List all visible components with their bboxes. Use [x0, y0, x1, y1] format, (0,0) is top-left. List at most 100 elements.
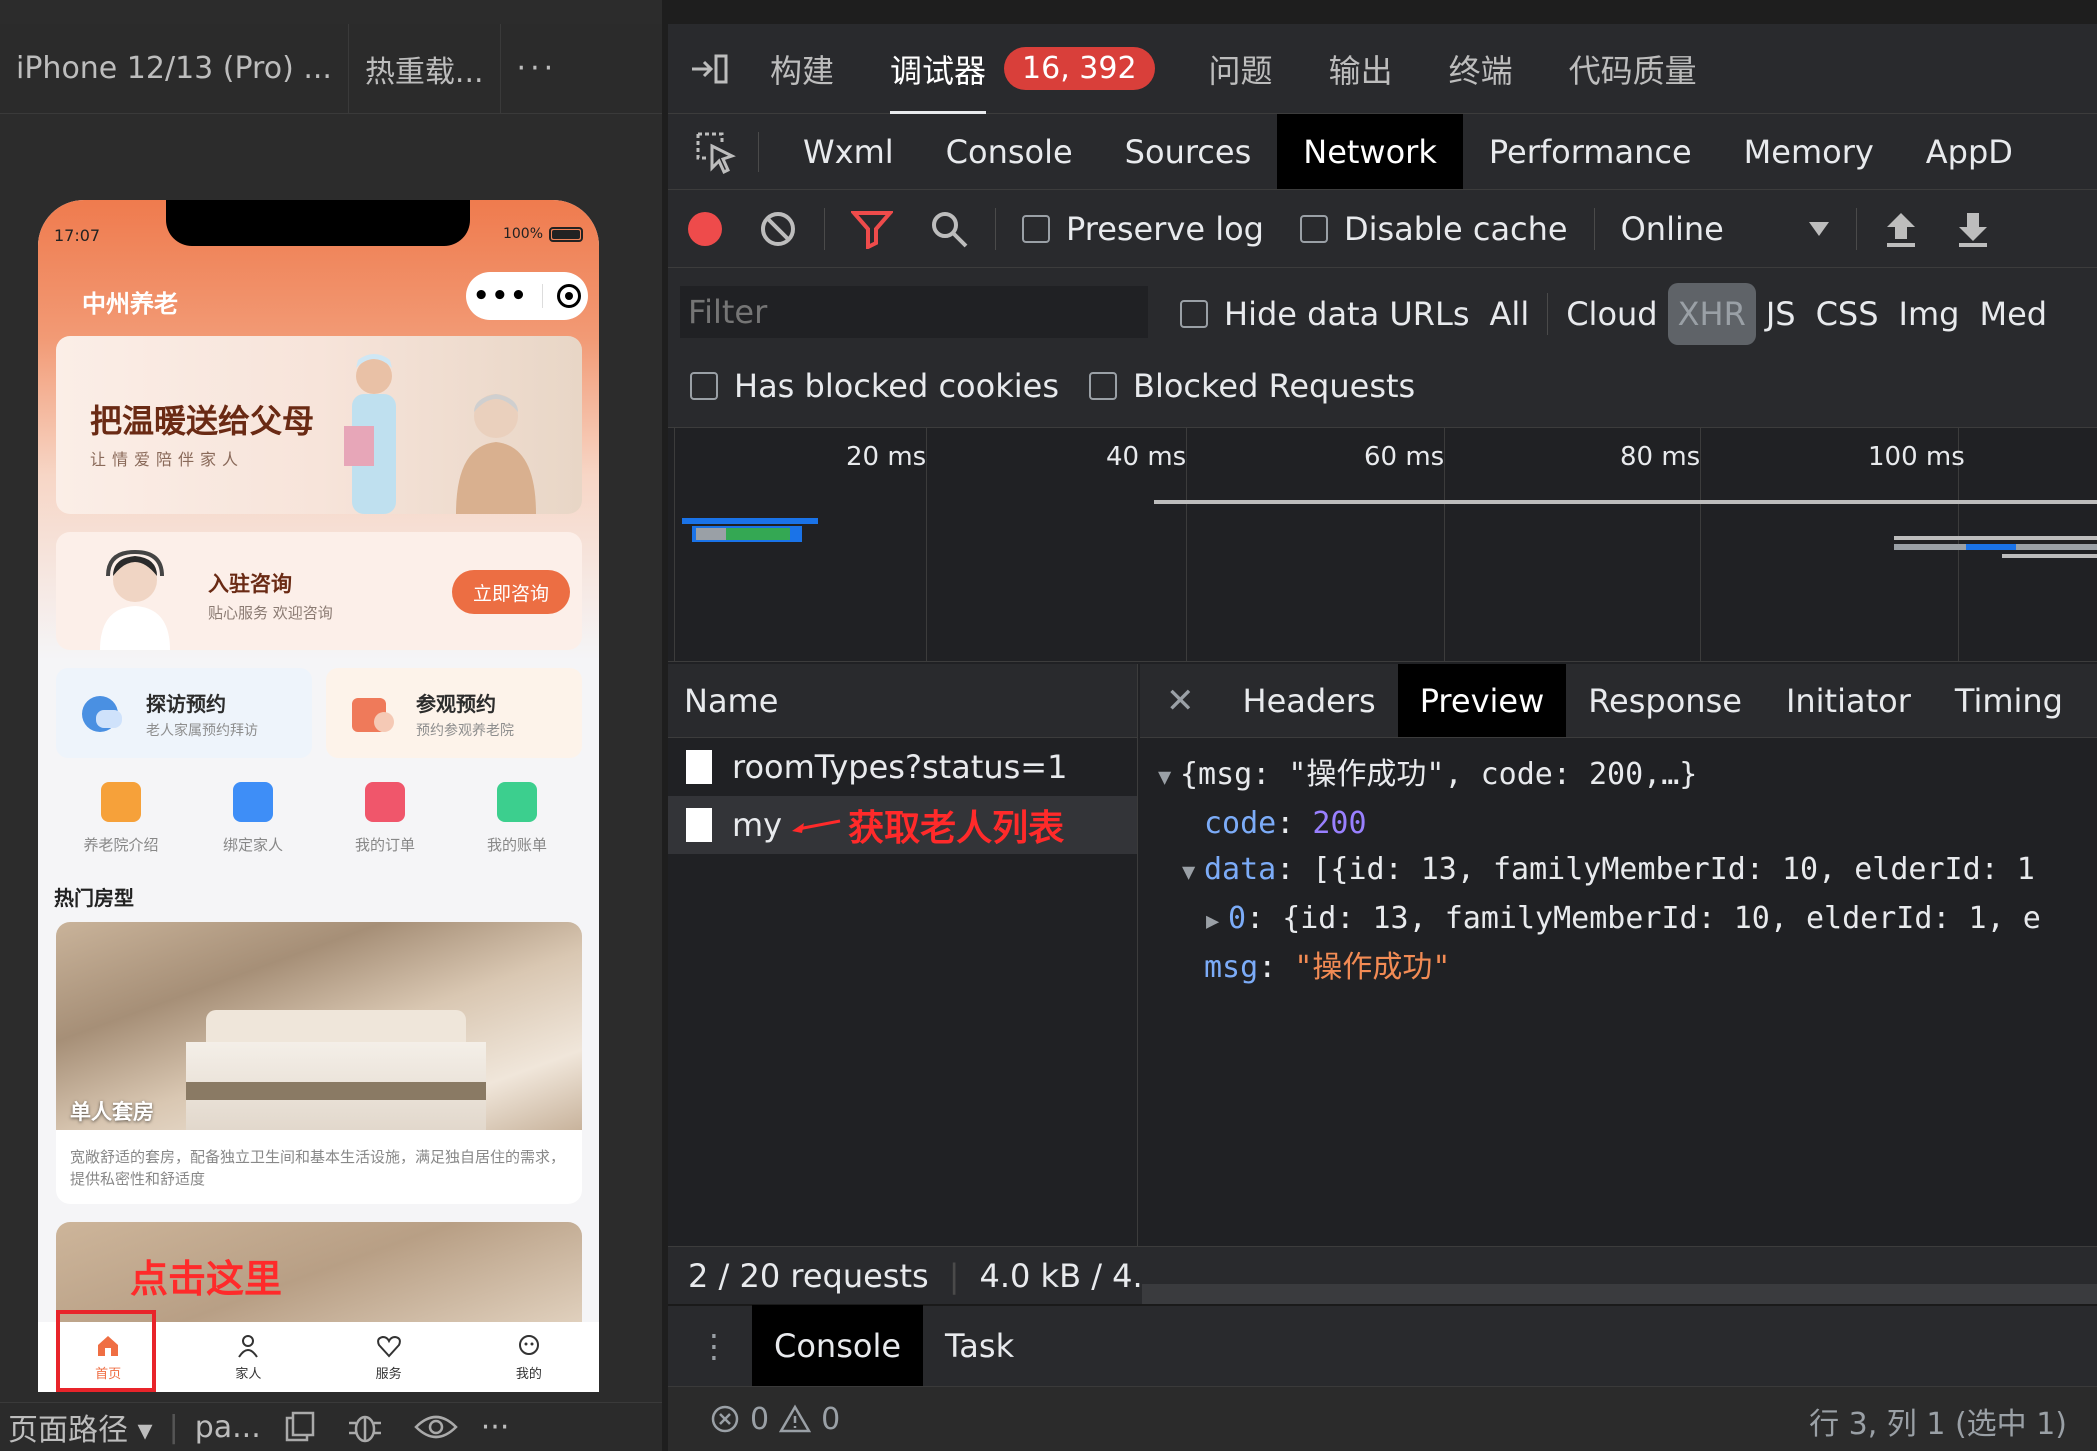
- annotation-click-here: 点击这里: [130, 1257, 283, 1301]
- simulator-more-button[interactable]: ···: [501, 24, 574, 114]
- drawer-tab-task[interactable]: Task: [923, 1305, 1036, 1387]
- timeline-gridline: [674, 428, 675, 662]
- simulator-more-icon[interactable]: ···: [473, 1410, 518, 1445]
- drawer-menu-icon[interactable]: ⋮: [668, 1327, 752, 1365]
- menu-item-intro[interactable]: 养老院介绍: [56, 782, 186, 862]
- filter-type-media[interactable]: Med: [1969, 283, 2057, 345]
- detail-tab-timing[interactable]: Timing: [1933, 664, 2085, 737]
- nurse-illustration-icon: [344, 354, 396, 514]
- tour-booking-card[interactable]: 参观预约 预约参观养老院: [326, 668, 582, 758]
- page-path-button[interactable]: 页面路径 ▾: [0, 1405, 161, 1449]
- detail-tab-response[interactable]: Response: [1566, 664, 1764, 737]
- hero-banner[interactable]: 把温暖送给父母 让情爱陪伴家人: [56, 336, 582, 514]
- close-icon[interactable]: ✕: [1140, 681, 1221, 721]
- inspect-element-icon[interactable]: [692, 128, 740, 176]
- json-line-item[interactable]: ▶ 0: {id: 13, familyMemberId: 10, elderId…: [1158, 896, 2097, 945]
- elder-illustration-icon: [456, 394, 536, 514]
- hot-reload-button[interactable]: 热重载...: [349, 23, 501, 114]
- warning-count: 0: [821, 1401, 841, 1437]
- expand-triangle-icon[interactable]: ▼: [1158, 755, 1180, 801]
- room-card[interactable]: 单人套房 宽敞舒适的套房，配备独立卫生间和基本生活设施，满足独自居住的需求，提供…: [56, 922, 582, 1204]
- capsule-more-icon[interactable]: •••: [473, 281, 529, 311]
- tab-build[interactable]: 构建: [742, 24, 862, 114]
- horizontal-scrollbar[interactable]: [1142, 1284, 2097, 1304]
- customer-service-avatar-icon: [100, 549, 170, 650]
- menu-item-bills[interactable]: 我的账单: [452, 782, 582, 862]
- arrow-left-icon: [792, 819, 841, 833]
- detail-tab-preview[interactable]: Preview: [1397, 664, 1567, 737]
- tab-service[interactable]: 服务: [339, 1333, 439, 1382]
- export-har-icon[interactable]: [1955, 209, 1991, 249]
- tab-debugger[interactable]: 调试器: [862, 24, 1014, 114]
- panel-tab-performance[interactable]: Performance: [1463, 114, 1718, 189]
- filter-type-js[interactable]: JS: [1756, 283, 1806, 345]
- checkbox[interactable]: [1299, 214, 1328, 243]
- blocked-requests-checkbox[interactable]: [1088, 372, 1117, 400]
- page-path-value[interactable]: pa...: [187, 1410, 269, 1445]
- capsule-close-icon[interactable]: [557, 284, 582, 308]
- filter-icon[interactable]: [851, 209, 893, 249]
- hide-data-urls-checkbox[interactable]: [1180, 300, 1208, 328]
- network-overview-timeline[interactable]: 20 ms 40 ms 60 ms 80 ms 100 ms: [668, 428, 2097, 662]
- expand-triangle-icon[interactable]: ▼: [1182, 850, 1204, 896]
- json-root[interactable]: ▼ {msg: "操作成功", code: 200,…}: [1158, 752, 2097, 801]
- consult-card[interactable]: 入驻咨询 贴心服务 欢迎咨询 立即咨询: [56, 532, 582, 650]
- tab-terminal[interactable]: 终端: [1421, 24, 1541, 114]
- panel-tab-network[interactable]: Network: [1277, 114, 1463, 189]
- timeline-bar: [1894, 536, 2097, 540]
- tab-output[interactable]: 输出: [1301, 24, 1421, 114]
- has-blocked-cookies-checkbox[interactable]: [690, 372, 718, 400]
- dock-side-icon[interactable]: [686, 46, 732, 92]
- devtools-top-tabs: 构建 调试器 16, 392 问题 输出 终端 代码质量: [668, 24, 2097, 114]
- clear-icon[interactable]: [758, 209, 798, 249]
- filter-type-img[interactable]: Img: [1889, 283, 1970, 345]
- checkbox[interactable]: [1022, 214, 1050, 243]
- battery-percent: 100%: [502, 226, 543, 242]
- json-line-data[interactable]: ▼ data: [{id: 13, familyMemberId: 10, eld…: [1158, 847, 2097, 896]
- panel-tab-sources[interactable]: Sources: [1099, 114, 1278, 189]
- visit-booking-card[interactable]: 探访预约 老人家属预约拜访: [56, 668, 312, 758]
- consult-now-button[interactable]: 立即咨询: [452, 570, 570, 614]
- menu-item-orders[interactable]: 我的订单: [320, 782, 450, 862]
- transferred-size: 4.0 kB / 4.: [979, 1256, 1143, 1295]
- eye-icon[interactable]: [413, 1412, 459, 1442]
- tab-mine[interactable]: 我的: [479, 1333, 579, 1382]
- record-icon[interactable]: [688, 211, 722, 246]
- capsule-divider: [542, 284, 544, 308]
- panel-tab-console[interactable]: Console: [920, 114, 1099, 189]
- filter-type-cloud[interactable]: Cloud: [1556, 283, 1667, 345]
- tab-family[interactable]: 家人: [198, 1333, 298, 1382]
- preserve-log-checkbox[interactable]: Preserve log: [1022, 210, 1264, 248]
- timeline-bar: [696, 528, 726, 540]
- problems-indicator[interactable]: 0 0: [668, 1402, 840, 1437]
- device-selector[interactable]: iPhone 12/13 (Pro) ...: [0, 23, 349, 114]
- consult-subtitle: 贴心服务 欢迎咨询: [208, 604, 333, 622]
- tab-code-quality[interactable]: 代码质量: [1541, 24, 1725, 114]
- import-har-icon[interactable]: [1883, 209, 1919, 249]
- detail-tab-initiator[interactable]: Initiator: [1764, 664, 1933, 737]
- search-icon[interactable]: [929, 209, 969, 249]
- cursor-position[interactable]: 行 3, 列 1 (选中 1): [1809, 1399, 2067, 1443]
- disable-cache-checkbox[interactable]: Disable cache: [1299, 210, 1568, 248]
- bug-icon[interactable]: [345, 1409, 385, 1445]
- request-row-selected[interactable]: my 获取老人列表: [668, 796, 1137, 854]
- detail-tab-headers[interactable]: Headers: [1221, 664, 1398, 737]
- app-title: 中州养老: [82, 290, 178, 318]
- throttling-select[interactable]: Online: [1621, 210, 1830, 248]
- panel-tab-wxml[interactable]: Wxml: [777, 114, 920, 189]
- file-icon: [686, 808, 712, 842]
- filter-type-css[interactable]: CSS: [1806, 283, 1889, 345]
- menu-item-bind-family[interactable]: 绑定家人: [188, 782, 318, 862]
- tab-issues[interactable]: 问题: [1181, 24, 1301, 114]
- panel-tab-appdata[interactable]: AppD: [1900, 114, 2039, 189]
- request-row[interactable]: roomTypes?status=1: [668, 738, 1137, 796]
- drawer-tab-console[interactable]: Console: [752, 1305, 924, 1387]
- filter-type-all[interactable]: All: [1480, 283, 1540, 345]
- filter-type-xhr[interactable]: XHR: [1667, 283, 1756, 345]
- copy-icon[interactable]: [283, 1410, 317, 1444]
- filter-input[interactable]: [680, 286, 1148, 338]
- room-name: 单人套房: [70, 1100, 154, 1124]
- column-header-name[interactable]: Name: [668, 664, 1137, 738]
- expand-triangle-icon[interactable]: ▶: [1206, 899, 1228, 945]
- panel-tab-memory[interactable]: Memory: [1718, 114, 1900, 189]
